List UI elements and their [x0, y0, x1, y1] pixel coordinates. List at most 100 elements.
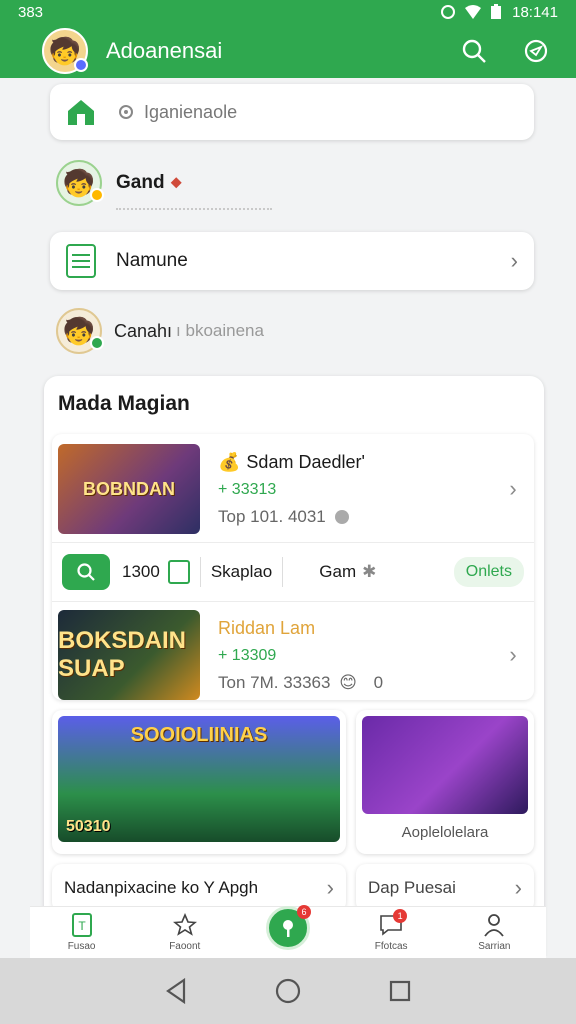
coin-bag-icon: 💰 — [218, 451, 241, 472]
svg-text:T: T — [78, 919, 86, 933]
game-row[interactable]: BOKSDAIN SUAP Riddan Lam + 13309 Ton 7M.… — [52, 602, 534, 708]
game-name: Riddan Lam — [218, 617, 316, 638]
game-info: 💰 Sdam Daedler' + 33313 Top 101. 4031 — [218, 452, 498, 527]
key-icon — [282, 920, 293, 937]
filter-divider — [199, 557, 201, 587]
game-meta: Top 101. 4031 — [218, 507, 498, 527]
tablet-icon: T — [70, 913, 94, 937]
user-icon — [482, 913, 506, 937]
game-thumbnail-text: BOBNDAN — [83, 478, 175, 499]
nav-item-home[interactable]: T Fusao — [42, 913, 122, 952]
chevron-right-icon: › — [326, 875, 334, 900]
menu-row[interactable]: Namune › — [50, 232, 534, 290]
link-left-label: Nadanpixacine ko Y Apgh — [64, 878, 259, 897]
status-time-right: 18:141 — [512, 3, 558, 21]
game-meta-text: Top 101. 4031 — [218, 506, 326, 526]
chevron-right-icon: › — [509, 476, 517, 501]
nav-label: Fusao — [67, 941, 96, 952]
home-icon — [68, 100, 94, 125]
game-name: 💰 Sdam Daedler' — [218, 452, 498, 473]
promo-caption: Aoplelolelara — [401, 824, 489, 841]
explore-button[interactable] — [522, 37, 550, 65]
wifi-icon — [465, 5, 482, 19]
profile-badge — [90, 188, 104, 202]
status-time-left: 383 — [18, 3, 44, 21]
nav-item-chat[interactable]: 1 Ffotcas — [351, 909, 431, 952]
link-card-right[interactable]: Dap Puesai › — [356, 864, 534, 912]
search-button[interactable] — [460, 37, 488, 65]
filter-text[interactable]: Skaplao — [211, 562, 272, 582]
bottom-nav: T Fusao Faoont 6 1 Ffotcas Sarrian — [30, 905, 546, 958]
nav-label: Sarrian — [478, 941, 511, 952]
secondary-sublabel: ı bkoainena — [176, 321, 264, 340]
filter-game-label: Gam — [319, 562, 357, 581]
promo-banner-large[interactable]: SOOIOLIINIAS 50310 — [52, 710, 346, 854]
sync-icon — [441, 5, 456, 19]
promo-banner-small[interactable]: Aoplelolelara — [356, 710, 534, 854]
game-thumbnail-text: BOKSDAIN SUAP — [58, 627, 187, 682]
online-pill[interactable]: Onlets — [453, 557, 524, 587]
filter-search-button[interactable] — [62, 554, 110, 590]
star-icon — [172, 913, 197, 937]
notification-badge: 6 — [296, 905, 311, 919]
status-right: 18:141 — [440, 4, 558, 21]
back-triangle-icon — [166, 978, 186, 1004]
chat-icon: 1 — [379, 909, 408, 937]
secondary-badge — [90, 336, 104, 350]
square-icon — [389, 980, 411, 1002]
main-content: Iganienaole 🧒 Gand ⬥ Namune › 🧒 Canahı ı… — [0, 78, 576, 956]
game-meta-extra: 0 — [373, 672, 384, 692]
secondary-avatar: 🧒 — [56, 308, 104, 354]
filter-game[interactable]: Gam ✱ — [319, 562, 376, 582]
info-icon — [334, 510, 349, 525]
filter-bar: 1300 Skaplao Gam ✱ Onlets — [52, 542, 534, 602]
chevron-right-icon: › — [514, 875, 522, 900]
smiley-icon: 😊 — [339, 672, 357, 692]
battery-icon — [491, 4, 502, 19]
secondary-label: Canahı — [114, 320, 173, 341]
profile-row[interactable]: 🧒 Gand ⬥ — [56, 160, 182, 206]
chevron-right-icon: › — [509, 642, 517, 667]
recents-button[interactable] — [380, 971, 420, 1011]
game-meta-text: Ton 7M. 33363 — [218, 672, 331, 692]
promo-title: SOOIOLIINIAS — [130, 724, 268, 746]
notification-badge: 1 — [393, 909, 408, 923]
game-row[interactable]: BOBNDAN 💰 Sdam Daedler' + 33313 Top 101.… — [52, 436, 534, 542]
promo-art: SOOIOLIINIAS 50310 — [58, 716, 340, 842]
profile-avatar: 🧒 — [56, 160, 104, 206]
promo-foot: 50310 — [66, 818, 111, 835]
search-field[interactable]: Iganienaole — [116, 102, 237, 123]
nav-item-profile[interactable]: Sarrian — [454, 913, 534, 952]
game-name-text: Sdam Daedler' — [246, 451, 365, 472]
puzzle-icon: ✱ — [362, 562, 377, 581]
play-button[interactable]: 6 — [265, 905, 311, 950]
status-icons — [440, 4, 502, 20]
game-thumbnail: BOBNDAN — [58, 444, 200, 534]
app-actions — [460, 37, 550, 65]
app-title: Adoanensai — [106, 38, 223, 63]
compass-icon — [524, 39, 548, 63]
back-button[interactable] — [156, 971, 196, 1011]
filter-divider — [282, 557, 284, 587]
chevron-right-icon: › — [510, 248, 518, 273]
menu-row-label: Namune — [116, 250, 188, 271]
promo-art — [362, 716, 528, 814]
section-title: Mada Magian — [58, 392, 190, 415]
user-avatar[interactable]: 🧒 — [42, 28, 88, 74]
profile-name: Gand — [116, 172, 165, 193]
calendar-icon — [167, 560, 190, 584]
search-icon — [77, 563, 95, 581]
circle-icon — [275, 978, 301, 1004]
nav-item-center[interactable]: 6 — [248, 905, 328, 952]
search-placeholder: Iganienaole — [144, 101, 238, 122]
status-bar: 383 18:141 — [0, 0, 576, 24]
link-right-label: Dap Puesai — [368, 878, 456, 897]
avatar-status-dot — [74, 58, 88, 72]
home-button[interactable] — [64, 95, 98, 129]
profile-divider — [116, 208, 272, 210]
search-card[interactable]: Iganienaole — [50, 84, 534, 140]
nav-item-favorites[interactable]: Faoont — [145, 913, 225, 952]
nav-label: Ffotcas — [374, 941, 408, 952]
secondary-row[interactable]: 🧒 Canahı ı bkoainena — [56, 308, 264, 354]
home-system-button[interactable] — [268, 971, 308, 1011]
